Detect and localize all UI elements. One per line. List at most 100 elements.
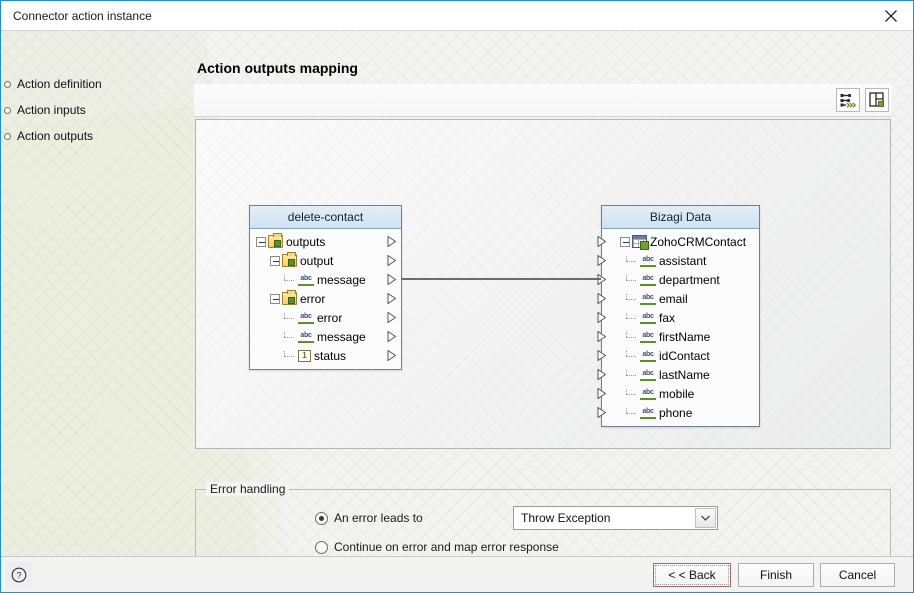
string-type-icon: abc	[640, 387, 656, 400]
close-icon[interactable]	[869, 1, 913, 30]
string-type-icon: abc	[640, 330, 656, 343]
tree-node-label: outputs	[286, 234, 326, 249]
mapping-toolbar	[194, 84, 892, 117]
mapping-port-message[interactable]	[387, 331, 396, 342]
tree-node-idcontact[interactable]: abc idContact	[602, 346, 759, 365]
mapping-port-message[interactable]	[387, 274, 396, 285]
tree-node-zohocrmcontact[interactable]: ZohoCRMContact	[602, 232, 759, 251]
error-action-value: Throw Exception	[521, 511, 611, 525]
tree-branch-line	[626, 255, 638, 266]
tree-expander-icon[interactable]	[620, 236, 630, 247]
radio-continue-on-error[interactable]: Continue on error and map error response	[315, 540, 559, 554]
tree-node-email[interactable]: abc email	[602, 289, 759, 308]
error-action-dropdown[interactable]: Throw Exception	[513, 506, 718, 530]
string-type-icon: abc	[640, 311, 656, 324]
tree-expander-icon[interactable]	[270, 293, 280, 304]
string-type-icon: abc	[640, 273, 656, 286]
tree-node-message[interactable]: abc message	[250, 327, 401, 346]
dialog-body: Action definition Action inputs Action o…	[1, 31, 913, 592]
error-handling-legend: Error handling	[206, 482, 290, 496]
tree-branch-line	[626, 350, 638, 361]
tree-node-fax[interactable]: abc fax	[602, 308, 759, 327]
sidebar-item-action-definition[interactable]: Action definition	[1, 71, 191, 97]
tree-node-phone[interactable]: abc phone	[602, 403, 759, 422]
tree-node-mobile[interactable]: abc mobile	[602, 384, 759, 403]
back-button[interactable]: < < Back	[653, 563, 731, 587]
step-bullet-icon	[4, 81, 11, 88]
mapping-port-mobile[interactable]	[597, 388, 606, 399]
case-icon	[282, 252, 297, 267]
help-icon[interactable]: ?	[6, 562, 32, 588]
tree-node-outputs[interactable]: outputs	[250, 232, 401, 251]
tree-node-error[interactable]: abc error	[250, 308, 401, 327]
entity-icon	[632, 235, 649, 250]
mapping-port-idcontact[interactable]	[597, 350, 606, 361]
mapping-port-outputs[interactable]	[387, 236, 396, 247]
mapping-port-email[interactable]	[597, 293, 606, 304]
tree-node-label: fax	[659, 310, 676, 325]
error-handling-group: Error handling An error leads to Continu…	[195, 482, 891, 561]
mapping-connection-line[interactable]	[402, 278, 601, 280]
mapping-port-status[interactable]	[387, 350, 396, 361]
target-tree-panel: Bizagi Data ZohoCRMContact abc assistant ab…	[597, 205, 760, 427]
mapping-port-phone[interactable]	[597, 407, 606, 418]
radio-label: Continue on error and map error response	[334, 540, 559, 554]
auto-map-icon[interactable]	[836, 88, 860, 112]
svg-text:?: ?	[16, 570, 21, 580]
string-type-icon: abc	[640, 254, 656, 267]
tree-node-label: idContact	[659, 348, 710, 363]
radio-label: An error leads to	[334, 511, 423, 525]
tree-node-lastname[interactable]: abc lastName	[602, 365, 759, 384]
tree-node-department[interactable]: abc department	[602, 270, 759, 289]
mapping-port-lastname[interactable]	[597, 369, 606, 380]
tree-node-assistant[interactable]: abc assistant	[602, 251, 759, 270]
tree-node-label: lastName	[659, 367, 710, 382]
sidebar-item-action-outputs[interactable]: Action outputs	[1, 123, 191, 149]
tree-expander-icon[interactable]	[270, 255, 280, 266]
mapping-port-fax[interactable]	[597, 312, 606, 323]
tree-node-label: message	[317, 329, 366, 344]
sidebar-item-action-inputs[interactable]: Action inputs	[1, 97, 191, 123]
string-type-icon: abc	[298, 330, 314, 343]
tree-node-firstname[interactable]: abc firstName	[602, 327, 759, 346]
tree-node-label: output	[300, 253, 334, 268]
tree-node-label: firstName	[659, 329, 711, 344]
source-tree-panel: delete-contact outputs output abc message er…	[249, 205, 402, 370]
mapping-canvas[interactable]: delete-contact outputs output abc message er…	[195, 119, 891, 449]
mapping-port-zohocrmcontact[interactable]	[597, 236, 606, 247]
tree-node-label: email	[659, 291, 688, 306]
tree-node-label: message	[317, 272, 366, 287]
tree-branch-line	[284, 331, 296, 342]
tree-node-output[interactable]: output	[250, 251, 401, 270]
case-icon	[282, 290, 297, 305]
sidebar-item-label: Action inputs	[17, 103, 86, 117]
radio-indicator	[315, 511, 328, 525]
tree-expander-icon[interactable]	[256, 236, 266, 247]
tree-branch-line	[626, 293, 638, 304]
mapping-port-error[interactable]	[387, 312, 396, 323]
number-type-icon: 1	[298, 349, 311, 362]
tree-node-status[interactable]: 1 status	[250, 346, 401, 365]
finish-button[interactable]: Finish	[738, 563, 814, 587]
mapping-port-firstname[interactable]	[597, 331, 606, 342]
sidebar-item-label: Action definition	[17, 77, 102, 91]
mapping-port-error[interactable]	[387, 293, 396, 304]
radio-indicator	[315, 540, 328, 554]
chevron-down-icon[interactable]	[695, 508, 716, 528]
tree-node-label: ZohoCRMContact	[650, 234, 747, 249]
radio-an-error-leads-to[interactable]: An error leads to	[315, 511, 423, 525]
mapping-port-output[interactable]	[387, 255, 396, 266]
cancel-button[interactable]: Cancel	[820, 563, 895, 587]
string-type-icon: abc	[640, 406, 656, 419]
string-type-icon: abc	[640, 368, 656, 381]
mapping-port-assistant[interactable]	[597, 255, 606, 266]
tree-node-label: assistant	[659, 253, 707, 268]
tree-node-error[interactable]: error	[250, 289, 401, 308]
layout-icon[interactable]	[865, 88, 889, 112]
source-tree-body: outputs output abc message error abc error abc m…	[250, 229, 401, 369]
title-bar: Connector action instance	[1, 1, 913, 31]
tree-branch-line	[626, 407, 638, 418]
tree-node-message[interactable]: abc message	[250, 270, 401, 289]
target-panel-title: Bizagi Data	[602, 206, 759, 229]
string-type-icon: abc	[640, 292, 656, 305]
